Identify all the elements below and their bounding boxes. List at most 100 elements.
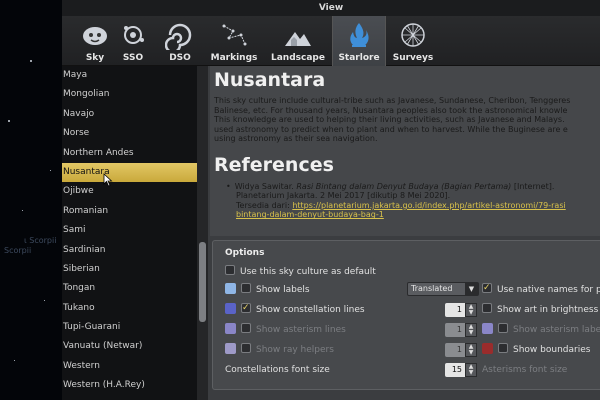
reference-author: Widya Sawitar.: [234, 181, 294, 191]
reference-entry: • Widya Sawitar. Rasi Bintang dalam Denyu…: [226, 181, 596, 220]
sky-background: ι Scorpii Scorpii: [0, 0, 62, 400]
show-labels-option[interactable]: Show labels: [225, 283, 310, 297]
lines-color-swatch[interactable]: [225, 303, 236, 314]
list-scrollbar[interactable]: [197, 66, 208, 400]
window-title[interactable]: View: [62, 0, 600, 16]
sky-icon: [83, 27, 107, 45]
sky-culture-list[interactable]: Maya Mongolian Navajo Norse Northern And…: [62, 66, 197, 400]
ray-helpers-option[interactable]: Show ray helpers: [225, 343, 334, 357]
option-label: Show asterism label: [513, 325, 600, 335]
tab-bar: Sky SSO DSO Markings Landscape Starlore …: [62, 16, 600, 66]
reference-prefix: Tersedia dari:: [236, 200, 293, 210]
labels-color-swatch[interactable]: [225, 283, 236, 294]
spin-value[interactable]: 1: [445, 343, 465, 357]
list-item[interactable]: Romanian: [62, 202, 197, 221]
labels-style-select[interactable]: Translated ▼: [407, 282, 479, 296]
option-label: Use native names for pla: [497, 285, 600, 295]
native-names-option[interactable]: Use native names for pla: [482, 281, 600, 297]
spin-arrows[interactable]: ▲ ▼: [465, 323, 477, 337]
boundaries-option[interactable]: Show boundaries: [482, 343, 590, 357]
list-item[interactable]: Vanuatu (Netwar): [62, 337, 197, 356]
list-item[interactable]: Mongolian: [62, 85, 197, 104]
list-item[interactable]: Siberian: [62, 260, 197, 279]
spin-arrows[interactable]: ▲ ▼: [465, 343, 477, 357]
list-item[interactable]: Tukano: [62, 299, 197, 318]
asterism-labels-color-swatch[interactable]: [482, 323, 493, 334]
tab-landscape[interactable]: Landscape: [266, 16, 330, 66]
art-brightness-option[interactable]: Show art in brightness: [482, 303, 598, 317]
tab-starlore[interactable]: Starlore: [332, 16, 386, 66]
options-title: Options: [225, 248, 265, 258]
spin-value[interactable]: 15: [445, 363, 465, 377]
constellation-lines-checkbox[interactable]: [241, 301, 251, 315]
star: [30, 60, 32, 62]
list-item[interactable]: Maya: [62, 66, 197, 85]
option-label: Show boundaries: [513, 345, 591, 355]
asterism-labels-checkbox[interactable]: [498, 323, 508, 333]
star: [8, 120, 10, 122]
dso-icon: [165, 23, 192, 50]
list-item[interactable]: Western: [62, 357, 197, 376]
option-label: Show labels: [256, 285, 310, 295]
tab-markings[interactable]: Markings: [206, 16, 262, 66]
list-item[interactable]: Norse: [62, 124, 197, 143]
list-item[interactable]: Sami: [62, 221, 197, 240]
asterism-lines-checkbox[interactable]: [241, 323, 251, 333]
list-item-selected[interactable]: Nusantara: [62, 162, 197, 183]
bullet: •: [226, 181, 231, 191]
boundaries-checkbox[interactable]: [498, 343, 508, 353]
description-line: Balinese, etc. For thousand years, Nusan…: [214, 105, 568, 115]
ray-width-spinbox[interactable]: 1 ▲ ▼: [445, 343, 477, 357]
description-panel: Nusantara This sky culture include cultu…: [210, 66, 600, 236]
surveys-icon: [401, 23, 425, 47]
use-default-option[interactable]: Use this sky culture as default: [225, 265, 376, 279]
asterism-labels-option[interactable]: Show asterism label: [482, 323, 600, 337]
lines-width-spinbox[interactable]: 1 ▲ ▼: [445, 303, 477, 317]
constellation-lines-option[interactable]: Show constellation lines: [225, 301, 365, 317]
tab-dso[interactable]: DSO: [156, 16, 204, 66]
ray-helpers-checkbox[interactable]: [241, 343, 251, 353]
native-names-checkbox[interactable]: [482, 281, 492, 295]
show-labels-checkbox[interactable]: [241, 283, 251, 293]
asterism-lines-color-swatch[interactable]: [225, 323, 236, 334]
tab-sso[interactable]: SSO: [114, 16, 152, 66]
list-item[interactable]: Northern Andes: [62, 144, 197, 163]
spin-arrows[interactable]: ▲ ▼: [465, 303, 477, 317]
markings-icon: [222, 24, 247, 46]
reference-tail: [Internet].: [511, 181, 555, 191]
option-label: Use this sky culture as default: [240, 267, 376, 277]
list-item[interactable]: Navajo: [62, 105, 197, 124]
use-default-checkbox[interactable]: [225, 265, 235, 275]
constellation-font-spinbox[interactable]: 15 ▲ ▼: [445, 363, 477, 377]
list-item[interactable]: Tongan: [62, 279, 197, 298]
list-item[interactable]: Western (H.A.Rey): [62, 376, 197, 395]
star: [22, 210, 23, 211]
list-item[interactable]: Sardinian: [62, 241, 197, 260]
asterism-font-label: Asterisms font size: [482, 365, 568, 375]
select-value: Translated: [411, 284, 453, 293]
sso-icon: [124, 26, 144, 44]
tab-surveys[interactable]: Surveys: [388, 16, 438, 66]
reference-title: Rasi Bintang dalam Denyut Budaya (Bagian…: [296, 181, 512, 191]
chevron-down-icon: ▼: [465, 283, 478, 295]
reference-link-continued[interactable]: bintang-dalam-denyut-budaya-bag-1: [236, 210, 384, 219]
spin-value[interactable]: 1: [445, 303, 465, 317]
star: [50, 170, 51, 171]
reference-link[interactable]: https://planetarium.jakarta.go.id/index.…: [292, 201, 565, 210]
boundaries-color-swatch[interactable]: [482, 343, 493, 354]
asterism-width-spinbox[interactable]: 1 ▲ ▼: [445, 323, 477, 337]
reference-line: Planetarium Jakarta. 2 Mei 2017 [dikutip…: [236, 191, 451, 201]
art-brightness-checkbox[interactable]: [482, 303, 492, 313]
tab-label: Starlore: [338, 53, 380, 63]
culture-title: Nusantara: [214, 69, 326, 91]
list-item[interactable]: Ojibwe: [62, 182, 197, 201]
spin-value[interactable]: 1: [445, 323, 465, 337]
ray-helpers-color-swatch[interactable]: [225, 343, 236, 354]
references-heading: References: [214, 153, 334, 176]
list-item[interactable]: Tupi-Guarani: [62, 318, 197, 337]
description-line: This knowledge are used to helping their…: [214, 115, 565, 125]
spin-arrows[interactable]: ▲ ▼: [465, 363, 477, 377]
asterism-lines-option[interactable]: Show asterism lines: [225, 323, 346, 337]
scrollbar-thumb[interactable]: [199, 242, 206, 322]
sky-object-label: ι Scorpii: [24, 236, 57, 245]
